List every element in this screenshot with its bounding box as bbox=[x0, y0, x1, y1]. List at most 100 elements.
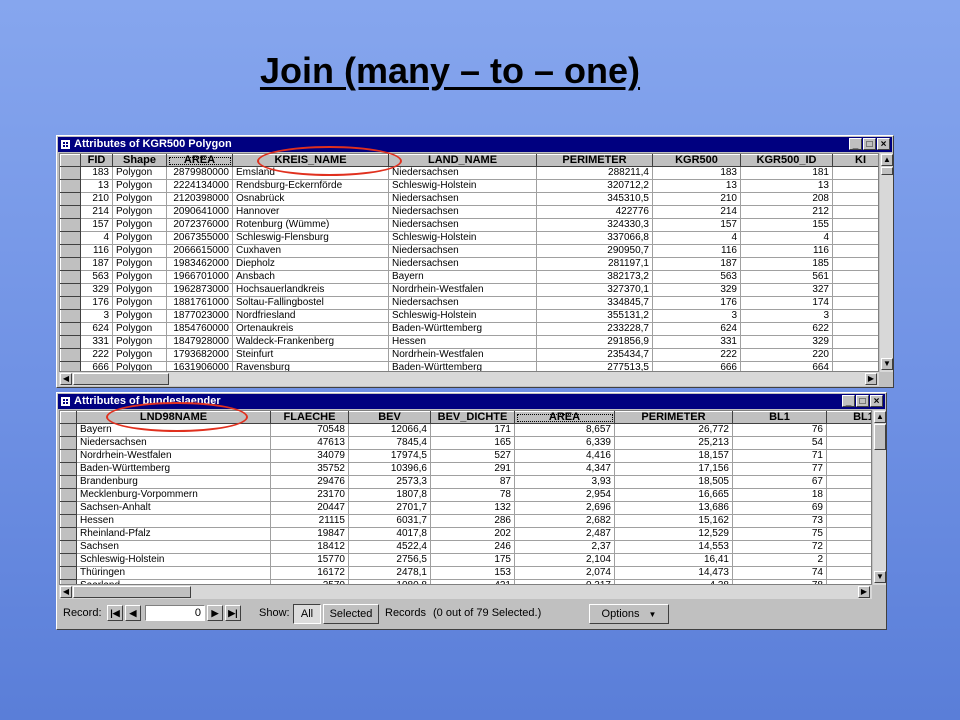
options-button[interactable]: Options ▼ bbox=[589, 604, 669, 624]
table-row[interactable]: Sachsen-Anhalt 20447 2701,7 132 2,696 13,686 6… bbox=[60, 501, 871, 515]
window2-vertical-scrollbar[interactable]: ▲ ▼ bbox=[872, 410, 886, 585]
table-row[interactable]: 210 Polygon 2120398000 Osnabrück Niedersachs… bbox=[60, 192, 878, 206]
row-selector[interactable] bbox=[60, 361, 81, 371]
column-header-perimeter[interactable]: PERIMETER bbox=[536, 154, 653, 167]
row-selector[interactable] bbox=[60, 231, 81, 245]
column-header-land-name[interactable]: LAND_NAME bbox=[388, 154, 537, 167]
table-row[interactable]: Nordrhein-Westfalen 34079 17974,5 527 4,416 1… bbox=[60, 449, 871, 463]
scroll-left-arrow-icon[interactable]: ◀ bbox=[60, 373, 72, 385]
column-header-bev[interactable]: BEV bbox=[348, 411, 431, 424]
table-row[interactable]: 624 Polygon 1854760000 Ortenaukreis Baden-Wü… bbox=[60, 322, 878, 336]
table-row[interactable]: 157 Polygon 2072376000 Rotenburg (Wümme) Nie… bbox=[60, 218, 878, 232]
column-header-bl1-partial[interactable]: BL1 bbox=[826, 411, 871, 424]
row-selector[interactable] bbox=[60, 322, 81, 336]
row-selector[interactable] bbox=[60, 218, 81, 232]
column-header-bl1[interactable]: BL1 bbox=[732, 411, 827, 424]
row-selector[interactable] bbox=[60, 436, 77, 450]
scroll-thumb[interactable] bbox=[73, 586, 191, 598]
table-row[interactable]: Brandenburg 29476 2573,3 87 3,93 18,505 67 bbox=[60, 475, 871, 489]
column-header-shape[interactable]: Shape bbox=[112, 154, 167, 167]
table-row[interactable]: 222 Polygon 1793682000 Steinfurt Nordrhein-W… bbox=[60, 348, 878, 362]
last-record-icon[interactable]: ▶| bbox=[225, 605, 241, 621]
row-selector[interactable] bbox=[60, 257, 81, 271]
row-selector[interactable] bbox=[60, 166, 81, 180]
column-header-flaeche[interactable]: FLAECHE bbox=[270, 411, 349, 424]
table-row[interactable]: 187 Polygon 1983462000 Diepholz Niedersachse… bbox=[60, 257, 878, 271]
column-header-ki-partial[interactable]: KI bbox=[832, 154, 878, 167]
row-selector[interactable] bbox=[60, 335, 81, 349]
table-row[interactable]: 563 Polygon 1966701000 Ansbach Bayern 382173,… bbox=[60, 270, 878, 284]
table-row[interactable]: 329 Polygon 1962873000 Hochsauerlandkreis No… bbox=[60, 283, 878, 297]
scroll-down-arrow-icon[interactable]: ▼ bbox=[874, 571, 886, 583]
maximize-button[interactable]: □ bbox=[863, 138, 876, 150]
scroll-thumb[interactable] bbox=[881, 167, 893, 175]
row-selector[interactable] bbox=[60, 192, 81, 206]
row-selector[interactable] bbox=[60, 205, 81, 219]
show-all-button[interactable]: All bbox=[293, 604, 321, 624]
show-selected-button[interactable]: Selected bbox=[323, 604, 379, 624]
table-row[interactable]: 666 Polygon 1631906000 Ravensburg Baden-Würt… bbox=[60, 361, 878, 371]
table-row[interactable]: 3 Polygon 1877023000 Nordfriesland Schleswig… bbox=[60, 309, 878, 323]
row-selector[interactable] bbox=[60, 423, 77, 437]
table-row[interactable]: 4 Polygon 2067355000 Schleswig-Flensburg Sch… bbox=[60, 231, 878, 245]
first-record-icon[interactable]: |◀ bbox=[107, 605, 123, 621]
previous-record-icon[interactable]: ◀ bbox=[125, 605, 141, 621]
table-row[interactable]: Niedersachsen 47613 7845,4 165 6,339 25,213 54 bbox=[60, 436, 871, 450]
row-selector[interactable] bbox=[60, 462, 77, 476]
minimize-button[interactable]: _ bbox=[842, 395, 855, 407]
column-header-kgr500[interactable]: KGR500 bbox=[652, 154, 741, 167]
maximize-button[interactable]: □ bbox=[856, 395, 869, 407]
row-selector[interactable] bbox=[60, 501, 77, 515]
row-selector[interactable] bbox=[60, 527, 77, 541]
column-header-perimeter[interactable]: PERIMETER bbox=[614, 411, 733, 424]
row-selector[interactable] bbox=[60, 449, 77, 463]
row-selector-header[interactable] bbox=[60, 411, 77, 424]
table-row[interactable]: 214 Polygon 2090641000 Hannover Niedersachse… bbox=[60, 205, 878, 219]
table-row[interactable]: Hessen 21115 6031,7 286 2,682 15,162 73 bbox=[60, 514, 871, 528]
scroll-down-arrow-icon[interactable]: ▼ bbox=[881, 358, 893, 370]
next-record-icon[interactable]: ▶ bbox=[207, 605, 223, 621]
table-row[interactable]: 176 Polygon 1881761000 Soltau-Fallingbostel… bbox=[60, 296, 878, 310]
row-selector[interactable] bbox=[60, 270, 81, 284]
table-row[interactable]: Rheinland-Pfalz 19847 4017,8 202 2,487 12,529… bbox=[60, 527, 871, 541]
window1-titlebar[interactable]: Attributes of KGR500 Polygon _ □ × bbox=[58, 137, 892, 152]
table-row[interactable]: Schleswig-Holstein 15770 2756,5 175 2,104 16,… bbox=[60, 553, 871, 567]
row-selector[interactable] bbox=[60, 179, 81, 193]
row-selector-header[interactable] bbox=[60, 154, 81, 167]
row-selector[interactable] bbox=[60, 540, 77, 554]
close-button[interactable]: × bbox=[877, 138, 890, 150]
column-header-bev-dichte[interactable]: BEV_DICHTE bbox=[430, 411, 515, 424]
row-selector[interactable] bbox=[60, 566, 77, 580]
table-row[interactable]: Thüringen 16172 2478,1 153 2,074 14,473 74 bbox=[60, 566, 871, 580]
scroll-up-arrow-icon[interactable]: ▲ bbox=[874, 411, 886, 423]
scroll-right-arrow-icon[interactable]: ▶ bbox=[858, 586, 870, 598]
row-selector[interactable] bbox=[60, 488, 77, 502]
column-header-kgr500-id[interactable]: KGR500_ID bbox=[740, 154, 833, 167]
table-row[interactable]: Baden-Württemberg 35752 10396,6 291 4,347 17,… bbox=[60, 462, 871, 476]
window1-horizontal-scrollbar[interactable]: ◀ ▶ bbox=[59, 372, 879, 386]
row-selector[interactable] bbox=[60, 475, 77, 489]
column-header-fid[interactable]: FID bbox=[80, 154, 113, 167]
row-selector[interactable] bbox=[60, 244, 81, 258]
table-row[interactable]: 116 Polygon 2066615000 Cuxhaven Niedersachse… bbox=[60, 244, 878, 258]
table-row[interactable]: Sachsen 18412 4522,4 246 2,37 14,553 72 bbox=[60, 540, 871, 554]
table-row[interactable]: 183 Polygon 2879980000 Emsland Niedersachsen… bbox=[60, 166, 878, 180]
record-number-input[interactable]: 0 bbox=[145, 605, 205, 621]
table-row[interactable]: 331 Polygon 1847928000 Waldeck-Frankenberg H… bbox=[60, 335, 878, 349]
row-selector[interactable] bbox=[60, 309, 81, 323]
window1-vertical-scrollbar[interactable]: ▲ ▼ bbox=[879, 153, 893, 372]
row-selector[interactable] bbox=[60, 348, 81, 362]
column-header-area[interactable]: AREA bbox=[166, 154, 233, 167]
table-row[interactable]: Mecklenburg-Vorpommern 23170 1807,8 78 2,954… bbox=[60, 488, 871, 502]
close-button[interactable]: × bbox=[870, 395, 883, 407]
table-row[interactable]: 13 Polygon 2224134000 Rendsburg-Eckernförde… bbox=[60, 179, 878, 193]
window2-horizontal-scrollbar[interactable]: ◀ ▶ bbox=[59, 585, 872, 599]
scroll-left-arrow-icon[interactable]: ◀ bbox=[60, 586, 72, 598]
column-header-area[interactable]: AREA bbox=[514, 411, 615, 424]
row-selector[interactable] bbox=[60, 296, 81, 310]
row-selector[interactable] bbox=[60, 514, 77, 528]
scroll-right-arrow-icon[interactable]: ▶ bbox=[865, 373, 877, 385]
scroll-thumb[interactable] bbox=[874, 424, 886, 450]
scroll-up-arrow-icon[interactable]: ▲ bbox=[881, 154, 893, 166]
row-selector[interactable] bbox=[60, 553, 77, 567]
